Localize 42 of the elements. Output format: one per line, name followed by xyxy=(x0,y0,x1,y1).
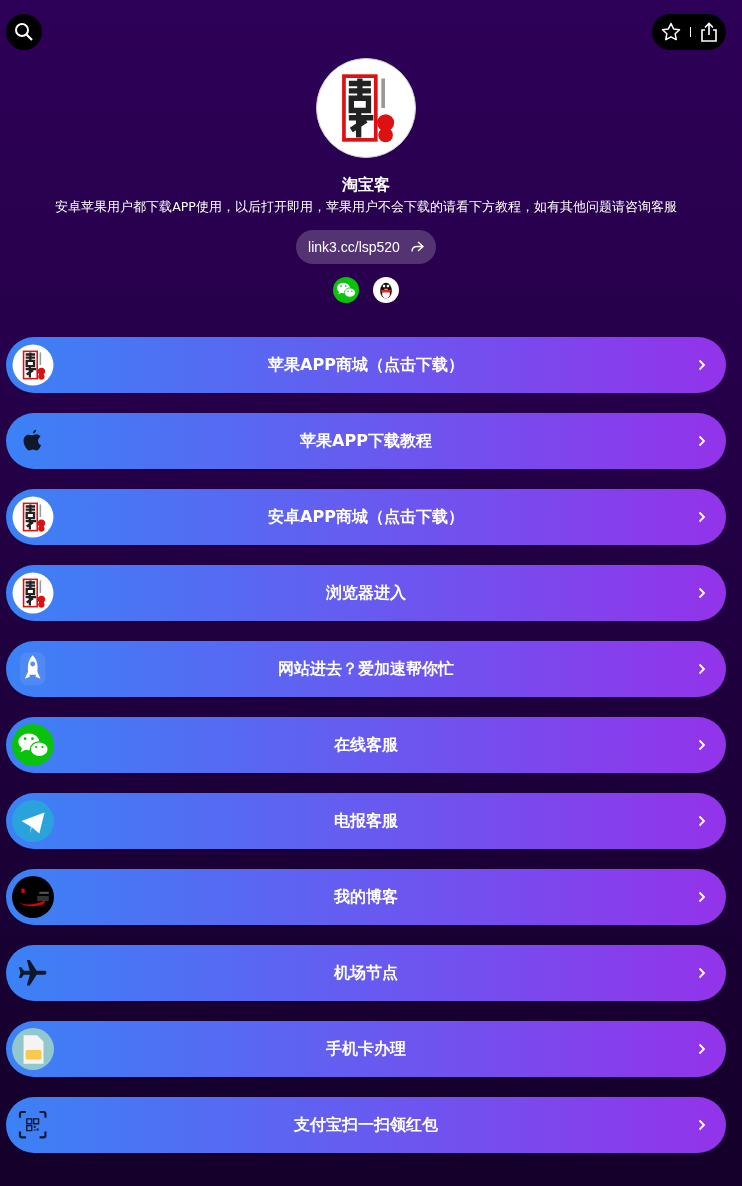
sim-card-icon xyxy=(12,1028,54,1070)
chevron-right-icon xyxy=(698,359,706,371)
logo-icon xyxy=(12,344,54,386)
penguin-icon[interactable] xyxy=(373,277,399,303)
share-icon[interactable] xyxy=(699,22,718,42)
profile-name: 淘宝客 xyxy=(342,174,390,196)
wechat-icon xyxy=(12,724,54,766)
chevron-right-icon xyxy=(698,663,706,675)
paper-plane-icon xyxy=(12,800,54,842)
chevron-right-icon xyxy=(698,1119,706,1131)
profile-link[interactable]: link3.cc/lsp520 xyxy=(296,230,436,264)
airplane-icon xyxy=(18,958,48,988)
chevron-right-icon xyxy=(698,815,706,827)
wechat-icon[interactable] xyxy=(333,277,359,303)
qr-scan-icon xyxy=(18,1110,48,1140)
search-button[interactable] xyxy=(6,14,42,50)
logo-icon xyxy=(12,496,54,538)
link-button[interactable]: 支付宝扫一扫领红包 xyxy=(6,1097,726,1153)
star-icon[interactable] xyxy=(660,22,681,42)
blog-avatar-icon xyxy=(12,876,54,918)
link-button[interactable]: 在线客服 xyxy=(6,717,726,773)
profile-bio: 安卓苹果用户都下载APP使用，以后打开即用，苹果用户不会下载的请看下方教程，如有其他问题请咨询客服 xyxy=(55,198,677,216)
chevron-right-icon xyxy=(698,511,706,523)
link-button[interactable]: 我的博客 xyxy=(6,869,726,925)
share-arrow-icon xyxy=(409,241,424,253)
link-button[interactable]: 机场节点 xyxy=(6,945,726,1001)
link-button[interactable]: 手机卡办理 xyxy=(6,1021,726,1077)
chevron-right-icon xyxy=(698,967,706,979)
link-button[interactable]: 网站进去？爱加速帮你忙 xyxy=(6,641,726,697)
chevron-right-icon xyxy=(698,1043,706,1055)
chevron-right-icon xyxy=(698,435,706,447)
link-button[interactable]: 电报客服 xyxy=(6,793,726,849)
link-button[interactable]: 安卓APP商城（点击下载） xyxy=(6,489,726,545)
link-button[interactable]: 浏览器进入 xyxy=(6,565,726,621)
logo-icon xyxy=(12,572,54,614)
search-icon xyxy=(14,22,34,42)
chevron-right-icon xyxy=(698,587,706,599)
rocket-icon xyxy=(18,650,48,688)
link-button[interactable]: 苹果APP商城（点击下载） xyxy=(6,337,726,393)
chevron-right-icon xyxy=(698,891,706,903)
link-button[interactable]: 苹果APP下载教程 xyxy=(6,413,726,469)
chevron-right-icon xyxy=(698,739,706,751)
